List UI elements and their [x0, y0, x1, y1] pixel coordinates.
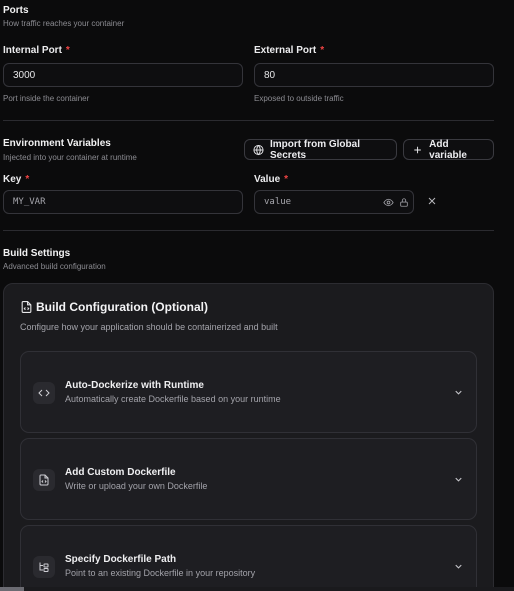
internal-port-label: Internal Port * — [3, 45, 70, 56]
globe-icon — [253, 144, 264, 155]
env-subtitle: Injected into your container at runtime — [3, 153, 137, 162]
horizontal-scrollbar[interactable] — [0, 587, 514, 591]
divider — [3, 230, 494, 231]
plus-icon — [414, 146, 421, 153]
required-asterisk: * — [65, 45, 70, 56]
option-title: Auto-Dockerize with Runtime — [65, 380, 204, 391]
eye-icon[interactable] — [383, 197, 394, 208]
env-title: Environment Variables — [3, 138, 111, 149]
option-auto-dockerize[interactable]: Auto-Dockerize with Runtime Automaticall… — [20, 351, 477, 433]
option-icon-box — [33, 556, 55, 578]
option-title: Specify Dockerfile Path — [65, 554, 177, 565]
build-config-title: Build Configuration (Optional) — [36, 300, 208, 314]
import-global-secrets-button[interactable]: Import from Global Secrets — [244, 138, 397, 161]
internal-port-help: Port inside the container — [3, 94, 90, 103]
env-value-label: Value * — [254, 174, 289, 185]
import-global-secrets-label: Import from Global Secrets — [269, 138, 360, 161]
folder-tree-icon — [39, 562, 49, 572]
build-title: Build Settings — [3, 248, 71, 259]
remove-variable-icon[interactable] — [426, 195, 438, 207]
chevron-down-icon[interactable] — [453, 561, 464, 572]
code-icon — [38, 389, 50, 397]
required-asterisk: * — [284, 174, 289, 185]
container-settings-page: Ports How traffic reaches your container… — [0, 0, 514, 591]
add-variable-button[interactable]: Add variable — [403, 138, 494, 161]
required-asterisk: * — [25, 174, 30, 185]
option-desc: Write or upload your own Dockerfile — [65, 481, 208, 491]
option-desc: Automatically create Dockerfile based on… — [65, 394, 281, 404]
ports-subtitle: How traffic reaches your container — [3, 19, 125, 28]
external-port-help: Exposed to outside traffic — [254, 94, 344, 103]
option-custom-dockerfile[interactable]: Add Custom Dockerfile Write or upload yo… — [20, 438, 477, 520]
add-variable-label: Add variable — [429, 138, 467, 161]
option-dockerfile-path[interactable]: Specify Dockerfile Path Point to an exis… — [20, 525, 477, 591]
file-code-icon — [21, 301, 32, 313]
env-value-placeholder: value — [264, 197, 292, 207]
external-port-input[interactable]: 80 — [254, 63, 494, 87]
build-config-desc: Configure how your application should be… — [20, 322, 278, 332]
chevron-down-icon[interactable] — [453, 387, 464, 398]
env-key-label: Key * — [3, 174, 30, 185]
option-title: Add Custom Dockerfile — [65, 467, 176, 478]
file-code-icon — [39, 474, 49, 486]
env-key-input[interactable]: MY_VAR — [3, 190, 243, 214]
internal-port-input[interactable]: 3000 — [3, 63, 243, 87]
divider — [3, 120, 494, 121]
chevron-down-icon[interactable] — [453, 474, 464, 485]
build-subtitle: Advanced build configuration — [3, 262, 106, 271]
ports-title: Ports — [3, 5, 29, 16]
option-icon-box — [33, 469, 55, 491]
external-port-label: External Port * — [254, 45, 325, 56]
required-asterisk: * — [320, 45, 325, 56]
option-icon-box — [33, 382, 55, 404]
scrollbar-thumb[interactable] — [0, 587, 24, 591]
lock-icon — [400, 198, 408, 207]
option-desc: Point to an existing Dockerfile in your … — [65, 568, 256, 578]
